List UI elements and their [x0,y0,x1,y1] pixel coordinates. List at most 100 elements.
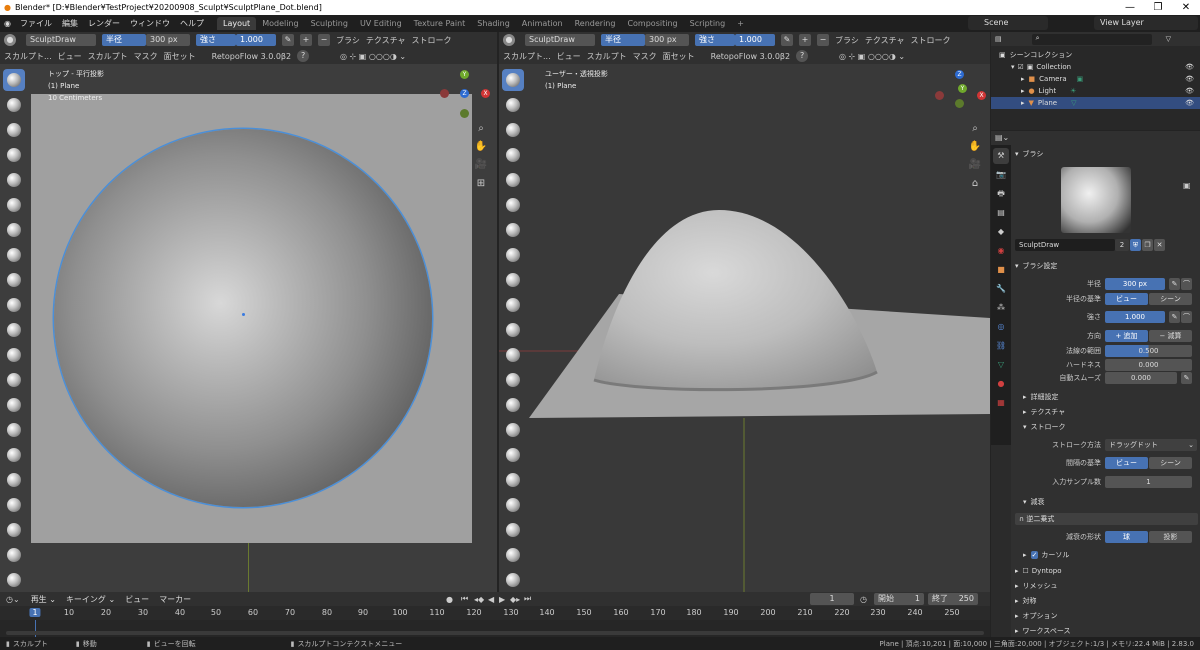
tool-thumb[interactable] [502,519,524,541]
expand-arrow-icon[interactable]: ▸ [1021,87,1025,95]
brush-name-field[interactable]: SculptDraw [525,34,595,46]
jump-start-icon[interactable]: ⏮ [461,594,468,604]
texture-menu[interactable]: テクスチャ [366,35,406,46]
object-tab-icon[interactable]: ■ [993,262,1009,278]
visibility-eye-icon[interactable]: 👁 [1185,99,1194,107]
stroke-method-dropdown[interactable]: ドラッグドット ⌄ [1105,439,1197,451]
gizmo-x[interactable]: X [481,89,490,98]
tab-modeling[interactable]: Modeling [256,17,304,30]
stroke-subpanel[interactable]: ▾ ストローク [1011,420,1200,434]
record-button[interactable]: ● [446,595,453,604]
view-layer-selector[interactable]: View Layer [1094,16,1198,30]
filter-icon[interactable]: ▽ [1166,35,1171,43]
tab-sculpting[interactable]: Sculpting [305,17,354,30]
tool-multiplane-scrape[interactable] [3,394,25,416]
menu-mask[interactable]: マスク [633,51,657,62]
tool-scrape[interactable] [502,369,524,391]
expand-arrow-icon[interactable]: ▸ [1021,99,1025,107]
tool-clay[interactable] [502,119,524,141]
falloff-curve-dropdown[interactable]: ∩ 逆二乗式 [1015,513,1198,525]
menu-sculpt[interactable]: スカルプト [587,51,627,62]
radius-unit-scene-button[interactable]: シーン [1149,293,1192,305]
tool-clay-thumb[interactable] [502,169,524,191]
tool-layer[interactable] [3,194,25,216]
options-panel[interactable]: ▸ オプション [1011,609,1200,623]
output-tab-icon[interactable]: 🖶 [993,186,1009,202]
cursor-subpanel[interactable]: ▸ ✓ カーソル [1011,548,1200,562]
tool-layer[interactable] [502,194,524,216]
radius-field[interactable]: 300 px [645,34,689,46]
strength-label[interactable]: 強さ [695,34,735,46]
falloff-sphere-button[interactable]: 球 [1105,531,1148,543]
hardness-field[interactable]: 0.000 [1105,359,1192,371]
add-direction-icon[interactable]: + [300,34,312,46]
tab-rendering[interactable]: Rendering [569,17,622,30]
symmetry-panel[interactable]: ▸ 対称 [1011,594,1200,608]
workspace-panel[interactable]: ▸ ワークスペース [1011,624,1200,638]
tool-crease[interactable] [3,269,25,291]
gizmo-y[interactable]: Y [958,84,967,93]
pressure-toggle-icon[interactable]: ✎ [781,34,793,46]
tool-elastic-deform[interactable] [3,469,25,491]
strength-pressure-icon[interactable]: ✎ [1169,311,1180,323]
shading-icons[interactable]: ◎ ⊹ ▣ ○○○◑ ⌄ [340,52,406,61]
gizmo-neg-y[interactable] [955,99,964,108]
world-tab-icon[interactable]: ◉ [993,243,1009,259]
help-icon[interactable]: ? [796,50,809,62]
blender-menu-icon[interactable]: ◉ [0,19,15,28]
tool-clay[interactable] [3,119,25,141]
radius-curve-icon[interactable]: ⌒ [1181,278,1192,290]
menu-edit[interactable]: 編集 [57,18,83,29]
visibility-eye-icon[interactable]: 👁 [1185,63,1194,71]
tool-crease[interactable] [502,269,524,291]
texture-menu[interactable]: テクスチャ [865,35,905,46]
tool-thumb[interactable] [3,519,25,541]
expand-arrow-icon[interactable]: ▾ [1011,63,1015,71]
timeline-ruler[interactable]: 1 10 20 30 40 50 60 70 80 90 100 110 120… [0,606,990,620]
minimize-button[interactable]: — [1116,0,1144,15]
camera-view-icon[interactable]: 🎥 [968,158,982,172]
spacing-scene-button[interactable]: シーン [1149,457,1192,469]
pan-hand-icon[interactable]: ✋ [474,140,488,154]
direction-sub-button[interactable]: − 減算 [1149,330,1192,342]
tool-pinch[interactable] [3,419,25,441]
gizmo-z[interactable]: Z [955,70,964,79]
duplicate-brush-icon[interactable]: ❐ [1142,239,1153,251]
normal-radius-field[interactable]: 0.500 [1105,345,1192,357]
autosmooth-field[interactable]: 0.000 [1105,372,1177,384]
tool-pose[interactable] [502,544,524,566]
brush-menu[interactable]: ブラシ [336,35,360,46]
tool-grab[interactable] [3,444,25,466]
perspective-toggle-icon[interactable]: ⌂ [968,177,982,191]
brush-icon[interactable]: ● [4,34,16,46]
strength-field[interactable]: 1.000 [236,34,276,46]
play-icon[interactable]: ▶ [499,595,505,604]
menu-faceset[interactable]: 面セット [164,51,196,62]
filter-editor-icon[interactable]: ▤ [995,35,1002,43]
tool-draw[interactable] [3,69,25,91]
play-reverse-icon[interactable]: ◀ [488,595,494,604]
advanced-subpanel[interactable]: ▸ 詳細設定 [1011,390,1200,404]
tool-clay-strips[interactable] [3,144,25,166]
menu-help[interactable]: ヘルプ [175,18,209,29]
outliner-search[interactable]: ⌕ [1031,33,1152,45]
menu-view[interactable]: ビュー [58,51,82,62]
add-workspace-button[interactable]: + [731,17,750,30]
zoom-icon[interactable]: ⌕ [474,122,488,136]
maximize-button[interactable]: ❐ [1144,0,1172,15]
tool-tab-icon[interactable]: ⚒ [993,148,1009,164]
strength-field[interactable]: 1.000 [735,34,775,46]
falloff-subpanel[interactable]: ▾ 減衰 [1011,495,1200,509]
strength-field[interactable]: 1.000 [1105,311,1165,323]
prev-keyframe-icon[interactable]: ◂◆ [474,595,484,604]
constraints-tab-icon[interactable]: ⛓ [993,338,1009,354]
tool-fill[interactable] [502,344,524,366]
tool-draw-sharp[interactable] [502,94,524,116]
tab-shading[interactable]: Shading [471,17,516,30]
dyntopo-panel[interactable]: ▸ ☐ Dyntopo [1011,564,1200,578]
tool-scrape[interactable] [3,369,25,391]
spacing-view-button[interactable]: ビュー [1105,457,1148,469]
camera-view-icon[interactable]: 🎥 [474,158,488,172]
tab-animation[interactable]: Animation [516,17,569,30]
tool-smooth[interactable] [502,294,524,316]
